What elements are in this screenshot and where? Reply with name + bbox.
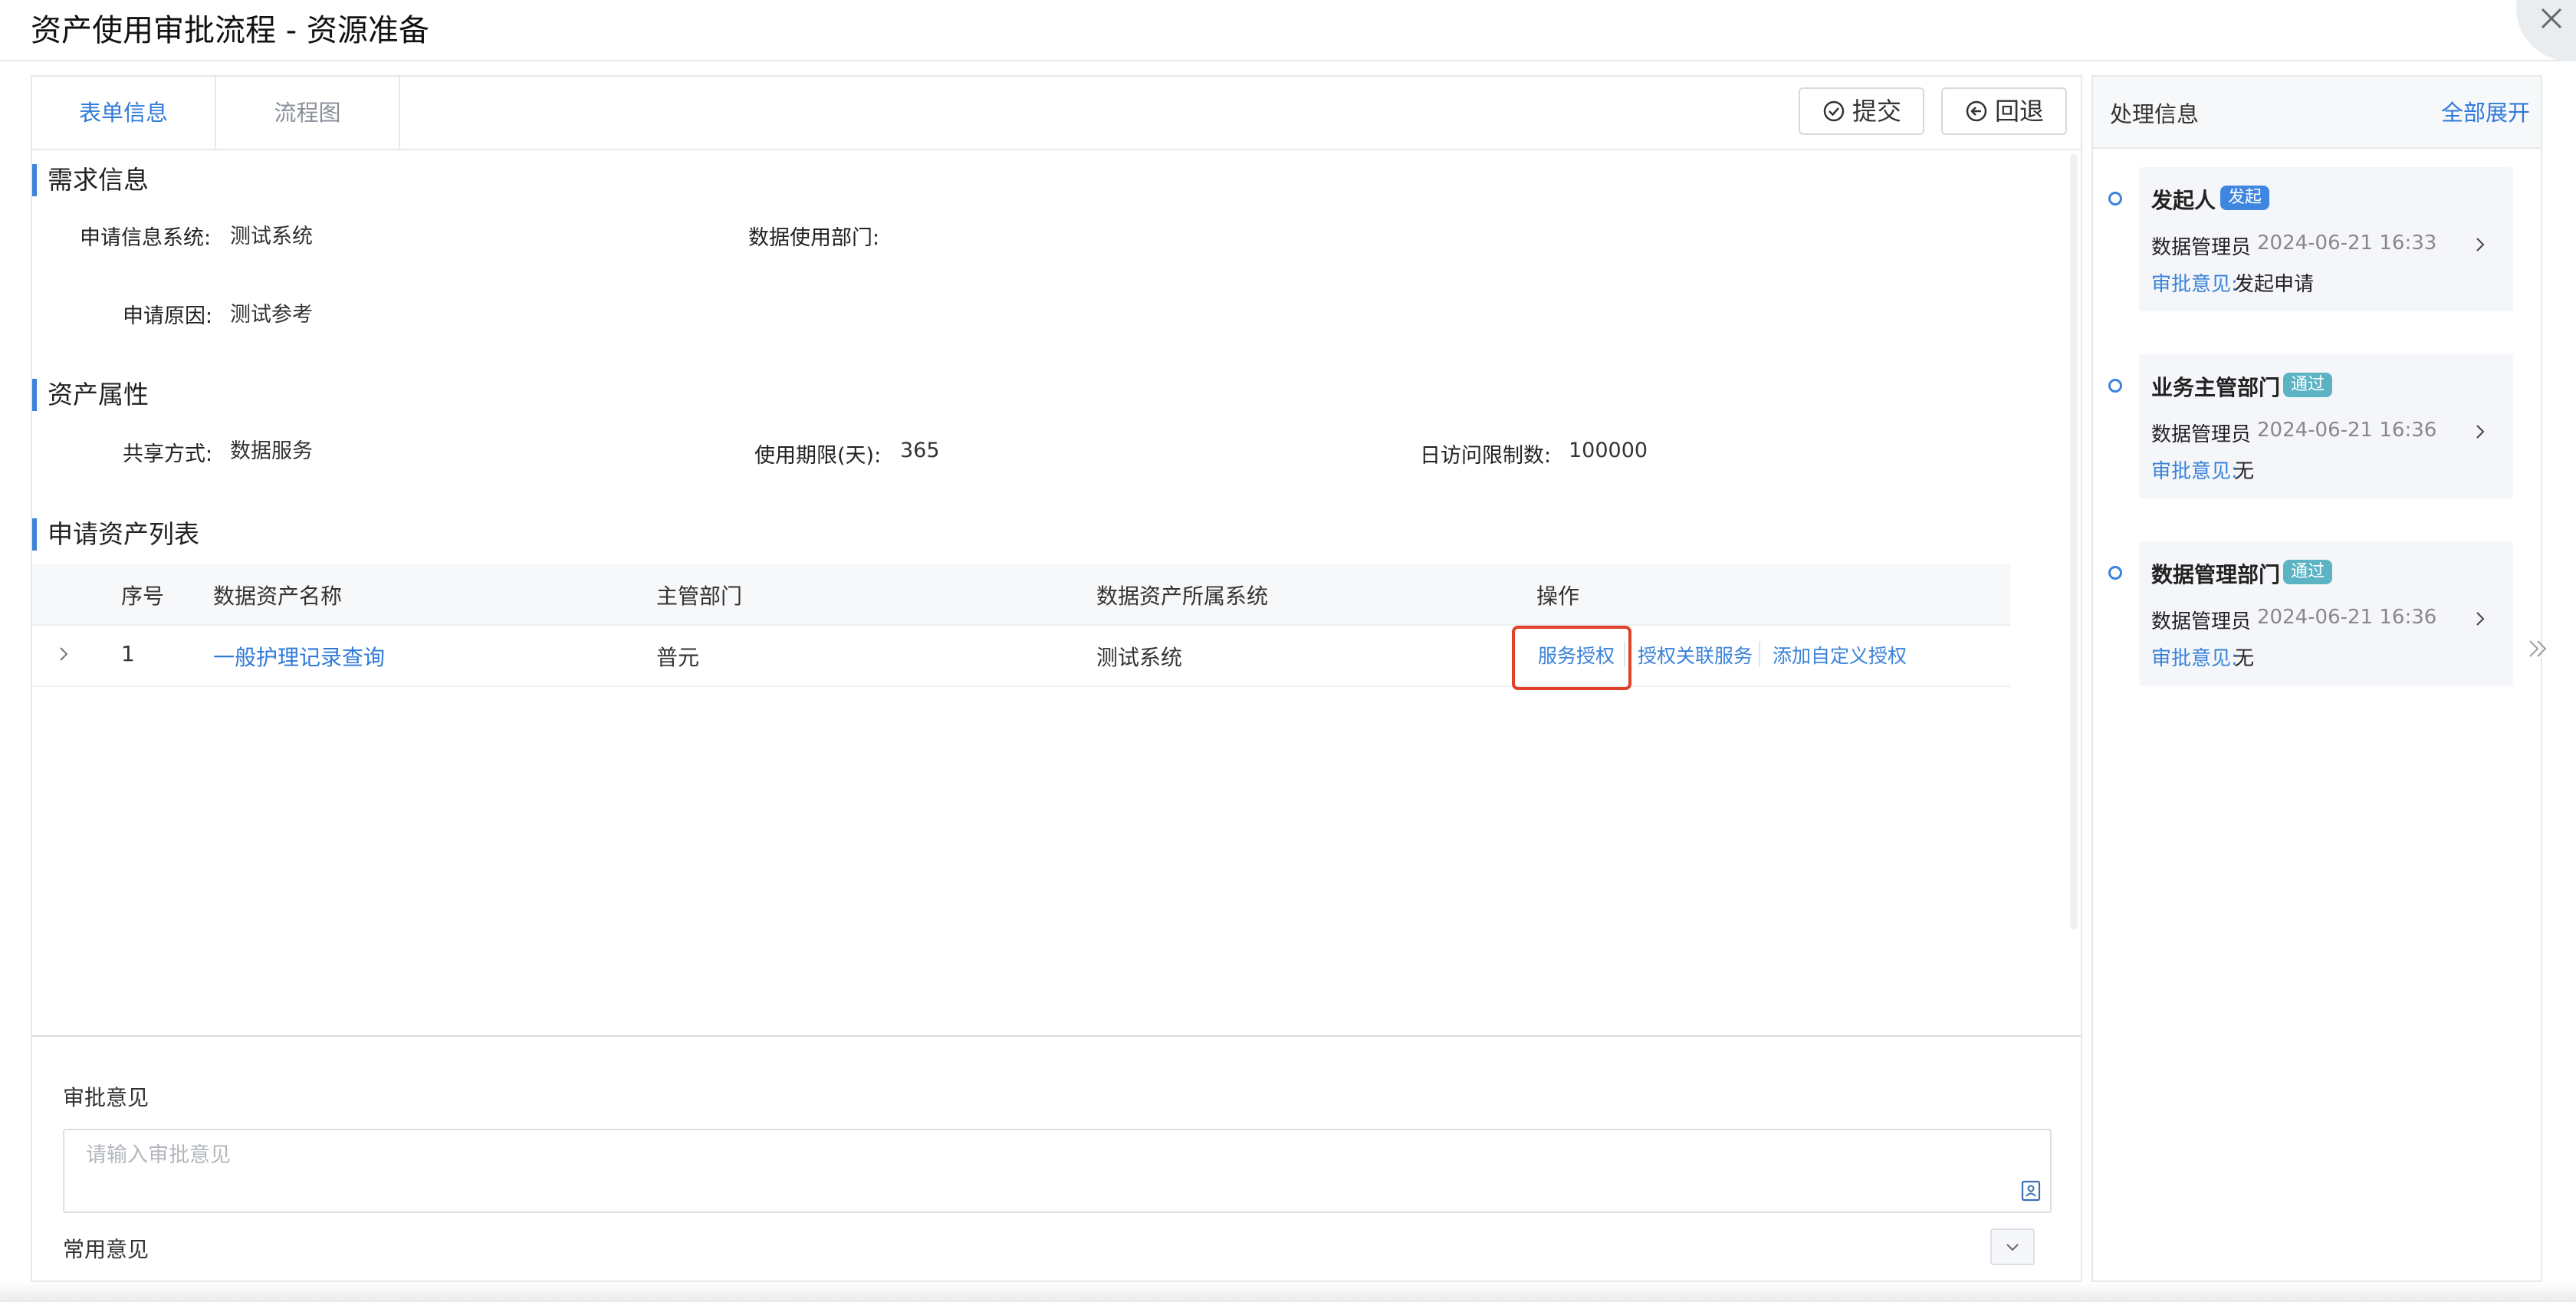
column-header-actions: 操作 [1536, 584, 1580, 609]
chevron-right-icon[interactable] [2470, 609, 2490, 629]
row-index: 1 [121, 641, 135, 666]
status-badge: 发起 [2220, 186, 2270, 210]
submit-label: 提交 [1852, 97, 1901, 126]
section-title-requirement: 需求信息 [32, 164, 149, 196]
status-badge: 通过 [2283, 560, 2333, 584]
add-custom-authorization-link[interactable]: 添加自定义授权 [1773, 641, 1907, 669]
expand-row-icon[interactable] [55, 646, 72, 663]
section-title-asset-attributes: 资产属性 [32, 379, 149, 411]
divider [32, 1035, 2081, 1037]
timeline-dot [2108, 379, 2122, 393]
timeline-comment-label: 审批意见: [2151, 647, 2238, 670]
column-header-asset-name: 数据资产名称 [213, 584, 343, 609]
highlight-box [1512, 626, 1631, 690]
bookmark-icon[interactable] [2019, 1179, 2042, 1202]
field-value-daily-limit: 100000 [1569, 439, 1648, 462]
field-label-usage-period: 使用期限(天): [754, 444, 882, 468]
field-label-using-dept: 数据使用部门: [748, 226, 880, 250]
column-header-dept: 主管部门 [656, 584, 743, 609]
field-label-daily-limit: 日访问限制数: [1420, 444, 1552, 468]
expand-all-link[interactable]: 全部展开 [2441, 95, 2530, 127]
row-dept: 普元 [656, 645, 700, 670]
check-circle-icon [1823, 100, 1845, 122]
dialog-bottom-edge [0, 1282, 2576, 1302]
back-circle-icon [1966, 100, 1987, 122]
rollback-button[interactable]: 回退 [1941, 87, 2067, 135]
timeline-comment: 发起申请 [2234, 273, 2315, 296]
timeline-comment: 无 [2234, 647, 2255, 670]
timeline-dot [2108, 192, 2122, 205]
chevron-right-icon[interactable] [2470, 235, 2490, 255]
section-title-asset-list: 申请资产列表 [32, 518, 199, 551]
dialog-title: 资产使用审批流程 - 资源准备 [31, 13, 429, 48]
timeline-node-name: 业务主管部门 [2151, 375, 2281, 400]
column-header-index: 序号 [121, 584, 165, 609]
field-value-usage-period: 365 [900, 439, 940, 462]
field-label-reason: 申请原因: [123, 304, 213, 328]
timeline-comment-label: 审批意见: [2151, 273, 2238, 296]
double-chevron-right-icon[interactable] [2522, 633, 2553, 664]
common-opinion-label: 常用意见 [63, 1237, 150, 1262]
chevron-down-icon [2006, 1244, 2019, 1251]
action-divider [1759, 641, 1760, 667]
asset-name-link[interactable]: 一般护理记录查询 [213, 641, 385, 672]
timeline-time: 2024-06-21 16:33 [2257, 232, 2437, 255]
chevron-right-icon[interactable] [2470, 422, 2490, 442]
timeline-dot [2108, 566, 2122, 580]
field-value-reason: 测试参考 [230, 303, 313, 327]
column-header-system: 数据资产所属系统 [1096, 584, 1269, 609]
timeline-time: 2024-06-21 16:36 [2257, 606, 2437, 629]
scrollbar[interactable] [2070, 153, 2078, 929]
submit-button[interactable]: 提交 [1799, 87, 1924, 135]
field-value-share-mode: 数据服务 [230, 439, 313, 463]
approval-label: 审批意见 [63, 1085, 150, 1110]
timeline-comment: 无 [2234, 460, 2255, 483]
timeline-comment-label: 审批意见: [2151, 460, 2238, 483]
timeline-user: 数据管理员 [2151, 610, 2252, 633]
field-label-share-mode: 共享方式: [123, 442, 213, 466]
timeline-user: 数据管理员 [2151, 423, 2252, 446]
side-panel-title: 处理信息 [2110, 101, 2200, 127]
rollback-label: 回退 [1994, 97, 2044, 126]
status-badge: 通过 [2283, 373, 2333, 397]
authorize-related-service-link[interactable]: 授权关联服务 [1638, 641, 1753, 669]
field-label-system: 申请信息系统: [80, 226, 212, 250]
timeline-user: 数据管理员 [2151, 236, 2252, 259]
row-system: 测试系统 [1096, 645, 1183, 670]
timeline-time: 2024-06-21 16:36 [2257, 419, 2437, 442]
tab-flowchart[interactable]: 流程图 [216, 77, 400, 149]
tab-form-info[interactable]: 表单信息 [32, 77, 216, 149]
close-icon[interactable] [2539, 6, 2564, 31]
field-value-system: 测试系统 [230, 225, 313, 248]
approval-input[interactable] [63, 1129, 2052, 1213]
timeline-node-name: 数据管理部门 [2151, 562, 2281, 587]
common-opinion-dropdown[interactable] [1990, 1228, 2035, 1265]
timeline-node-name: 发起人 [2151, 188, 2216, 213]
